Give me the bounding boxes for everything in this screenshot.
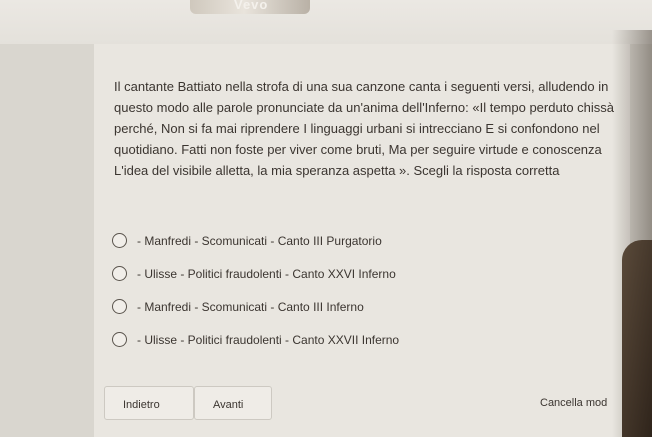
answer-label: - Ulisse - Politici fraudolenti - Canto … bbox=[137, 266, 396, 281]
answer-options: - Manfredi - Scomunicati - Canto III Pur… bbox=[112, 224, 532, 356]
foreground-hair bbox=[622, 240, 652, 437]
answer-option-3[interactable]: - Manfredi - Scomunicati - Canto III Inf… bbox=[112, 290, 532, 323]
banner-image: Vevo bbox=[190, 0, 310, 14]
answer-label: - Manfredi - Scomunicati - Canto III Inf… bbox=[137, 299, 364, 314]
question-text: Il cantante Battiato nella strofa di una… bbox=[114, 79, 615, 178]
radio-button[interactable] bbox=[112, 299, 127, 314]
radio-button[interactable] bbox=[112, 233, 127, 248]
answer-option-1[interactable]: - Manfredi - Scomunicati - Canto III Pur… bbox=[112, 224, 532, 257]
answer-option-2[interactable]: - Ulisse - Politici fraudolenti - Canto … bbox=[112, 257, 532, 290]
next-button[interactable]: Avanti bbox=[194, 386, 272, 420]
radio-button[interactable] bbox=[112, 266, 127, 281]
answer-option-4[interactable]: - Ulisse - Politici fraudolenti - Canto … bbox=[112, 323, 532, 356]
answer-label: - Ulisse - Politici fraudolenti - Canto … bbox=[137, 332, 400, 347]
answer-label: - Manfredi - Scomunicati - Canto III Pur… bbox=[137, 233, 382, 248]
cancel-button[interactable]: Cancella mod bbox=[540, 397, 607, 409]
back-button[interactable]: Indietro bbox=[104, 386, 194, 420]
banner-text: Vevo bbox=[234, 0, 269, 12]
top-band bbox=[0, 0, 652, 44]
radio-button[interactable] bbox=[112, 332, 127, 347]
